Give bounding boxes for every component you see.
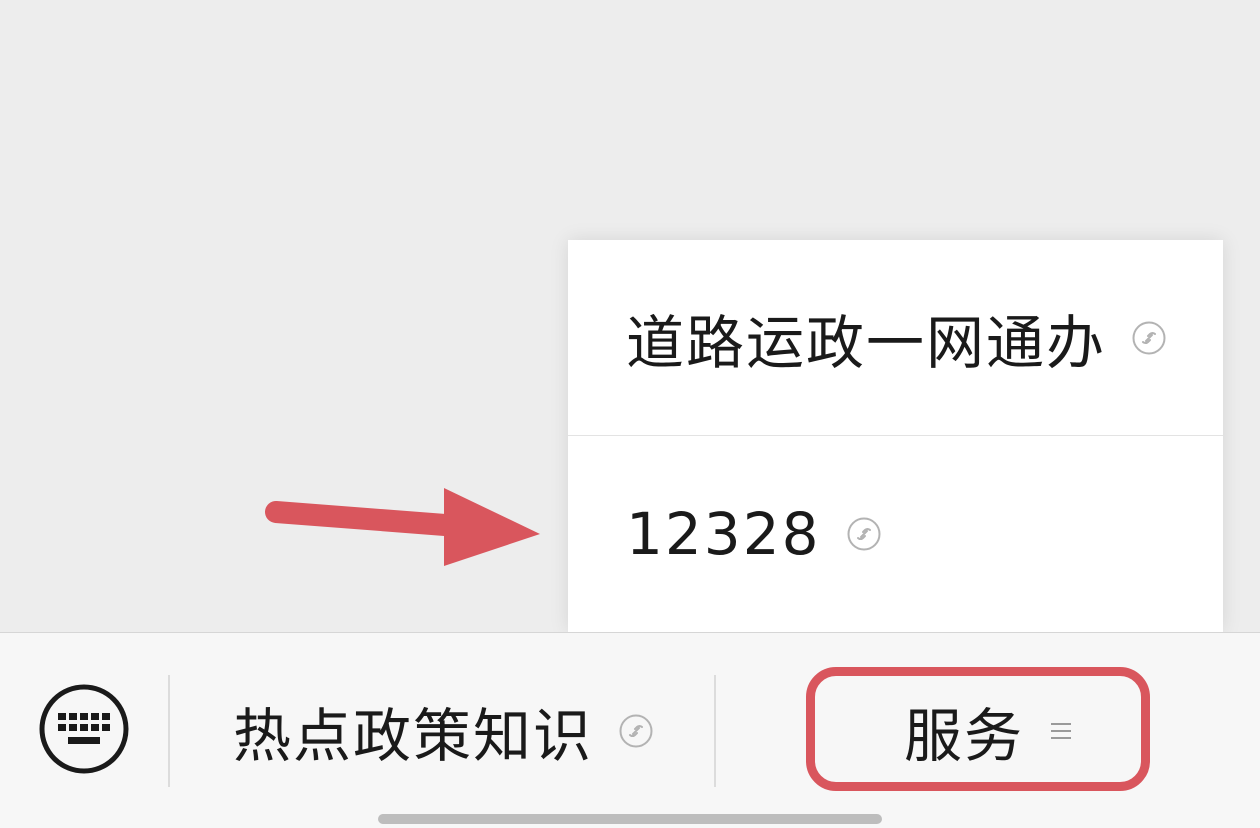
submenu-item-road-transport[interactable]: 道路运政一网通办 bbox=[568, 240, 1223, 436]
submenu-item-12328[interactable]: 12328 bbox=[568, 436, 1223, 632]
bottom-menu-bar: 热点政策知识 服务 bbox=[0, 632, 1260, 828]
submenu-list-icon bbox=[1050, 720, 1072, 742]
mini-program-link-icon bbox=[847, 517, 881, 551]
mini-program-link-icon bbox=[1132, 321, 1166, 355]
menu-item-label: 服务 bbox=[903, 702, 1024, 770]
service-submenu: 道路运政一网通办 12328 bbox=[568, 240, 1223, 632]
menu-item-service[interactable]: 服务 bbox=[716, 673, 1260, 789]
menu-item-label: 热点政策知识 bbox=[232, 702, 593, 770]
home-indicator[interactable] bbox=[378, 814, 882, 824]
submenu-item-label: 道路运政一网通办 bbox=[626, 308, 1107, 377]
menu-divider bbox=[168, 675, 170, 787]
submenu-item-label: 12328 bbox=[626, 500, 821, 568]
mini-program-link-icon bbox=[619, 714, 653, 748]
keyboard-toggle-button[interactable] bbox=[38, 683, 130, 775]
keyboard-icon bbox=[39, 684, 129, 774]
menu-item-hot-policy[interactable]: 热点政策知识 bbox=[172, 673, 714, 789]
